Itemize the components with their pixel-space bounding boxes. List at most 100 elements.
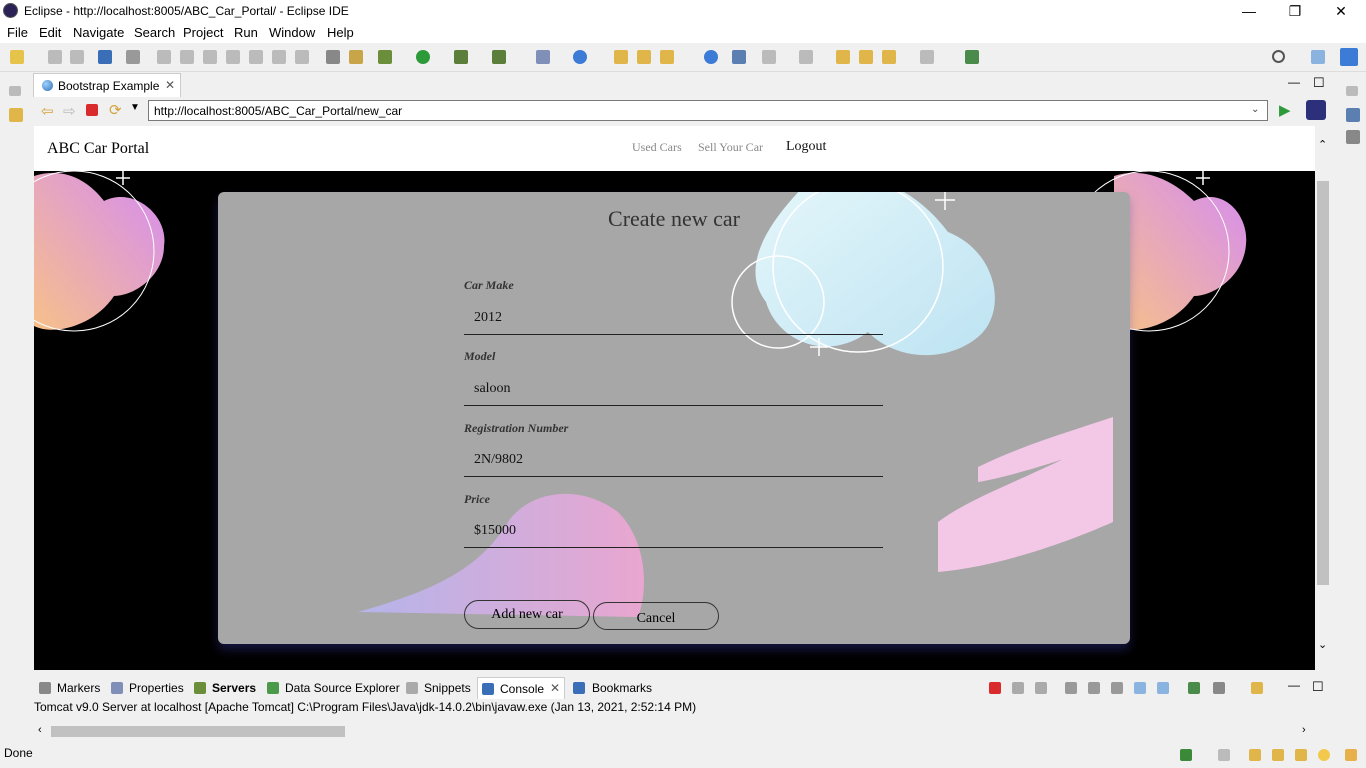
menu-navigate[interactable]: Navigate — [73, 25, 124, 40]
menu-run[interactable]: Run — [234, 25, 258, 40]
menu-search[interactable]: Search — [134, 25, 175, 40]
tab-servers[interactable]: Servers — [212, 681, 256, 695]
new-icon[interactable] — [10, 50, 24, 64]
url-input[interactable]: http://localhost:8005/ABC_Car_Portal/new… — [148, 100, 1268, 121]
eclipse-browser-icon[interactable] — [1306, 100, 1326, 120]
scroll-down-icon[interactable]: ⌄ — [1318, 638, 1327, 651]
step-return-icon[interactable] — [295, 50, 309, 64]
car-make-input[interactable]: 2012 — [464, 304, 883, 335]
close-button[interactable]: ✕ — [1318, 0, 1364, 23]
console-horizontal-scrollbar[interactable]: ‹ › — [34, 723, 1314, 740]
cancel-button[interactable]: Cancel — [593, 602, 719, 630]
forward-icon[interactable]: ⇨ — [63, 102, 76, 120]
search-icon[interactable] — [1272, 50, 1285, 63]
registration-number-input[interactable]: 2N/9802 — [464, 446, 883, 477]
url-dropdown-icon[interactable]: ⌄ — [1251, 104, 1259, 115]
next-annotation-icon[interactable] — [762, 50, 776, 64]
close-tab-icon[interactable]: ✕ — [165, 78, 175, 92]
scroll-up-icon[interactable]: ⌃ — [1318, 138, 1327, 151]
price-input[interactable]: $15000 — [464, 517, 883, 548]
java-perspective-icon[interactable] — [732, 50, 746, 64]
back-arrow-icon[interactable] — [882, 50, 896, 64]
minimize-editor-icon[interactable]: — — [1288, 75, 1300, 89]
show-console-on-stdout-icon[interactable] — [1134, 682, 1146, 694]
minimize-panel-icon[interactable]: — — [1288, 678, 1300, 692]
task-list-icon[interactable] — [1346, 130, 1360, 144]
pin-editor-icon[interactable] — [965, 50, 979, 64]
tips-icon[interactable] — [1295, 749, 1307, 761]
nav-sell-your-car[interactable]: Sell Your Car — [698, 140, 763, 155]
menu-file[interactable]: File — [7, 25, 28, 40]
notification-icon[interactable] — [1345, 749, 1357, 761]
disconnect-icon[interactable] — [226, 50, 240, 64]
back-icon[interactable]: ⇦ — [41, 102, 54, 120]
remove-launch-icon[interactable] — [1012, 682, 1024, 694]
scroll-right-icon[interactable]: › — [1302, 724, 1306, 736]
minimize-button[interactable]: — — [1226, 0, 1272, 23]
restore-right-icon[interactable] — [1346, 86, 1358, 96]
nav-logout[interactable]: Logout — [786, 139, 826, 155]
java-ee-perspective-icon[interactable] — [1340, 48, 1358, 66]
tutorials-icon[interactable] — [1272, 749, 1284, 761]
terminate-icon[interactable] — [203, 50, 217, 64]
terminal-icon[interactable] — [98, 50, 112, 64]
restore-button[interactable]: ❐ — [1272, 0, 1318, 23]
scroll-lock-icon[interactable] — [1088, 682, 1100, 694]
step-over-icon[interactable] — [272, 50, 286, 64]
sync-icon[interactable] — [1218, 749, 1230, 761]
forward-edit-icon[interactable] — [859, 50, 873, 64]
horizontal-scrollbar-thumb[interactable] — [51, 726, 345, 737]
open-task-icon[interactable] — [637, 50, 651, 64]
new-server-icon[interactable] — [536, 50, 550, 64]
model-input[interactable]: saloon — [464, 375, 883, 406]
page-vertical-scrollbar[interactable]: ⌃ ⌄ — [1315, 126, 1332, 670]
menu-edit[interactable]: Edit — [39, 25, 61, 40]
tab-bootstrap-example[interactable]: Bootstrap Example ✕ — [33, 73, 181, 97]
debug-icon[interactable] — [378, 50, 392, 64]
smiley-icon[interactable] — [1318, 749, 1330, 761]
maximize-panel-icon[interactable]: ☐ — [1312, 679, 1324, 695]
menu-window[interactable]: Window — [269, 25, 315, 40]
last-edit-location-icon[interactable] — [836, 50, 850, 64]
tab-snippets[interactable]: Snippets — [424, 681, 471, 695]
tab-console[interactable]: Console ✕ — [477, 677, 565, 699]
tab-data-source-explorer[interactable]: Data Source Explorer — [285, 681, 400, 695]
site-brand[interactable]: ABC Car Portal — [47, 140, 149, 158]
coverage-icon[interactable] — [454, 50, 468, 64]
chevron-down-icon[interactable]: ▼ — [130, 102, 140, 113]
use-step-filters-icon[interactable] — [326, 50, 340, 64]
menu-project[interactable]: Project — [183, 25, 223, 40]
open-perspective-icon[interactable] — [1311, 50, 1325, 64]
word-wrap-icon[interactable] — [1111, 682, 1123, 694]
outline-icon[interactable] — [1346, 108, 1360, 122]
save-icon[interactable] — [48, 50, 62, 64]
scroll-left-icon[interactable]: ‹ — [38, 724, 42, 736]
close-console-icon[interactable]: ✕ — [550, 681, 560, 695]
skip-breakpoints-icon[interactable] — [126, 50, 140, 64]
show-console-on-stderr-icon[interactable] — [1157, 682, 1169, 694]
terminate-console-icon[interactable] — [989, 682, 1001, 694]
tab-markers[interactable]: Markers — [57, 681, 100, 695]
stop-icon[interactable] — [86, 104, 98, 116]
external-tools-icon[interactable] — [492, 50, 506, 64]
resume-icon[interactable] — [157, 50, 171, 64]
forward-arrow-icon[interactable] — [920, 50, 934, 64]
refresh-icon[interactable]: ⟳ — [109, 101, 122, 119]
save-all-icon[interactable] — [70, 50, 84, 64]
open-console-icon[interactable] — [1251, 682, 1263, 694]
new-java-class-icon[interactable] — [573, 50, 587, 64]
nav-used-cars[interactable]: Used Cars — [632, 140, 682, 155]
remove-all-launches-icon[interactable] — [1035, 682, 1047, 694]
tab-bookmarks[interactable]: Bookmarks — [592, 681, 652, 695]
maximize-editor-icon[interactable]: ☐ — [1313, 75, 1325, 91]
project-explorer-icon[interactable] — [9, 108, 23, 122]
help-book-icon[interactable] — [1249, 749, 1261, 761]
toggle-icon[interactable] — [349, 50, 363, 64]
pin-console-icon[interactable] — [1188, 682, 1200, 694]
tab-properties[interactable]: Properties — [129, 681, 184, 695]
scrollbar-thumb[interactable] — [1317, 181, 1329, 585]
search-tool-icon[interactable] — [660, 50, 674, 64]
run-icon[interactable] — [416, 50, 430, 64]
clear-console-icon[interactable] — [1065, 682, 1077, 694]
suspend-icon[interactable] — [180, 50, 194, 64]
